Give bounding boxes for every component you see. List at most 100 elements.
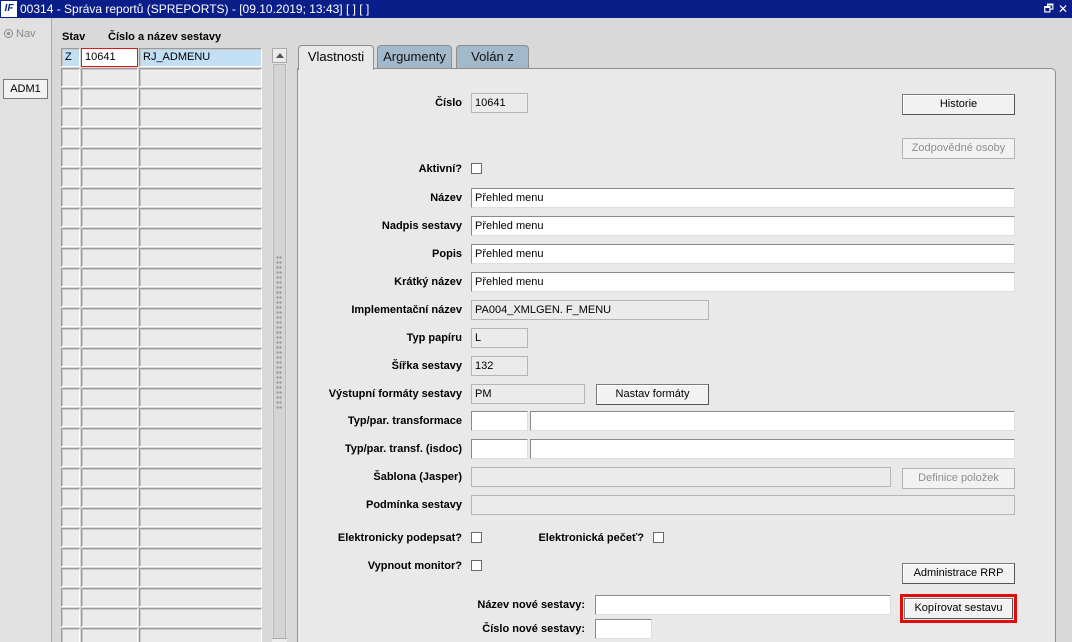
- nazev-field[interactable]: Přehled menu: [471, 188, 1015, 208]
- table-row[interactable]: [61, 628, 262, 642]
- status-cell[interactable]: [61, 568, 80, 587]
- name-cell[interactable]: [139, 68, 262, 87]
- number-cell[interactable]: [81, 88, 138, 107]
- name-cell[interactable]: [139, 108, 262, 127]
- elektronicky-podepsat-checkbox[interactable]: [471, 532, 482, 543]
- zodpovedne-osoby-button[interactable]: Zodpovědné osoby: [902, 138, 1015, 159]
- status-cell[interactable]: [61, 188, 80, 207]
- status-cell[interactable]: [61, 208, 80, 227]
- name-cell[interactable]: [139, 448, 262, 467]
- status-cell[interactable]: [61, 368, 80, 387]
- number-cell[interactable]: [81, 208, 138, 227]
- status-cell[interactable]: [61, 288, 80, 307]
- table-row[interactable]: [61, 268, 262, 288]
- popis-field[interactable]: Přehled menu: [471, 244, 1015, 264]
- close-icon[interactable]: ✕: [1058, 0, 1068, 18]
- number-cell[interactable]: [81, 188, 138, 207]
- par-transf-isdoc-field[interactable]: [530, 439, 1015, 459]
- status-cell[interactable]: [61, 348, 80, 367]
- number-cell[interactable]: 10641: [81, 48, 138, 67]
- status-cell[interactable]: [61, 128, 80, 147]
- name-cell[interactable]: [139, 408, 262, 427]
- table-row[interactable]: [61, 108, 262, 128]
- table-row[interactable]: [61, 288, 262, 308]
- table-row[interactable]: [61, 88, 262, 108]
- number-cell[interactable]: [81, 488, 138, 507]
- table-row[interactable]: [61, 548, 262, 568]
- name-cell[interactable]: [139, 488, 262, 507]
- table-row[interactable]: [61, 348, 262, 368]
- name-cell[interactable]: [139, 128, 262, 147]
- status-cell[interactable]: [61, 168, 80, 187]
- name-cell[interactable]: [139, 368, 262, 387]
- name-cell[interactable]: [139, 88, 262, 107]
- number-cell[interactable]: [81, 128, 138, 147]
- table-row[interactable]: [61, 448, 262, 468]
- nadpis-field[interactable]: Přehled menu: [471, 216, 1015, 236]
- name-cell[interactable]: [139, 188, 262, 207]
- number-cell[interactable]: [81, 408, 138, 427]
- nav-radio-icon[interactable]: [4, 29, 13, 38]
- podminka-sestavy-field[interactable]: [471, 495, 1015, 515]
- par-transformace-field[interactable]: [530, 411, 1015, 431]
- number-cell[interactable]: [81, 168, 138, 187]
- tab-argumenty[interactable]: Argumenty: [377, 45, 452, 69]
- administrace-rrp-button[interactable]: Administrace RRP: [902, 563, 1015, 584]
- number-cell[interactable]: [81, 448, 138, 467]
- name-cell[interactable]: [139, 608, 262, 627]
- status-cell[interactable]: [61, 108, 80, 127]
- table-row[interactable]: [61, 208, 262, 228]
- status-cell[interactable]: [61, 588, 80, 607]
- number-cell[interactable]: [81, 248, 138, 267]
- sirka-sestavy-field[interactable]: 132: [471, 356, 528, 376]
- number-cell[interactable]: [81, 328, 138, 347]
- table-row[interactable]: Z 10641 RJ_ADMENU: [61, 48, 262, 68]
- name-cell[interactable]: [139, 148, 262, 167]
- typ-transformace-field[interactable]: [471, 411, 528, 431]
- aktivni-checkbox[interactable]: [471, 163, 482, 174]
- table-row[interactable]: [61, 608, 262, 628]
- status-cell[interactable]: Z: [61, 48, 80, 67]
- name-cell[interactable]: RJ_ADMENU: [139, 48, 262, 67]
- implementacni-nazev-field[interactable]: PA004_XMLGEN. F_MENU: [471, 300, 709, 320]
- table-row[interactable]: [61, 488, 262, 508]
- number-cell[interactable]: [81, 528, 138, 547]
- status-cell[interactable]: [61, 488, 80, 507]
- number-cell[interactable]: [81, 268, 138, 287]
- name-cell[interactable]: [139, 388, 262, 407]
- kratky-nazev-field[interactable]: Přehled menu: [471, 272, 1015, 292]
- table-row[interactable]: [61, 68, 262, 88]
- typ-papiru-field[interactable]: L: [471, 328, 528, 348]
- status-cell[interactable]: [61, 328, 80, 347]
- number-cell[interactable]: [81, 428, 138, 447]
- table-row[interactable]: [61, 568, 262, 588]
- name-cell[interactable]: [139, 248, 262, 267]
- name-cell[interactable]: [139, 228, 262, 247]
- definice-polozek-button[interactable]: Definice položek: [902, 468, 1015, 489]
- status-cell[interactable]: [61, 408, 80, 427]
- number-cell[interactable]: [81, 108, 138, 127]
- number-cell[interactable]: [81, 468, 138, 487]
- adm1-button[interactable]: ADM1: [3, 79, 48, 99]
- table-row[interactable]: [61, 388, 262, 408]
- name-cell[interactable]: [139, 308, 262, 327]
- status-cell[interactable]: [61, 528, 80, 547]
- status-cell[interactable]: [61, 388, 80, 407]
- number-cell[interactable]: [81, 288, 138, 307]
- name-cell[interactable]: [139, 288, 262, 307]
- number-cell[interactable]: [81, 368, 138, 387]
- status-cell[interactable]: [61, 608, 80, 627]
- name-cell[interactable]: [139, 588, 262, 607]
- status-cell[interactable]: [61, 468, 80, 487]
- number-cell[interactable]: [81, 308, 138, 327]
- table-row[interactable]: [61, 588, 262, 608]
- status-cell[interactable]: [61, 628, 80, 642]
- table-row[interactable]: [61, 188, 262, 208]
- status-cell[interactable]: [61, 508, 80, 527]
- number-cell[interactable]: [81, 388, 138, 407]
- name-cell[interactable]: [139, 428, 262, 447]
- table-row[interactable]: [61, 168, 262, 188]
- vystupni-formaty-field[interactable]: PM: [471, 384, 585, 404]
- number-cell[interactable]: [81, 608, 138, 627]
- status-cell[interactable]: [61, 88, 80, 107]
